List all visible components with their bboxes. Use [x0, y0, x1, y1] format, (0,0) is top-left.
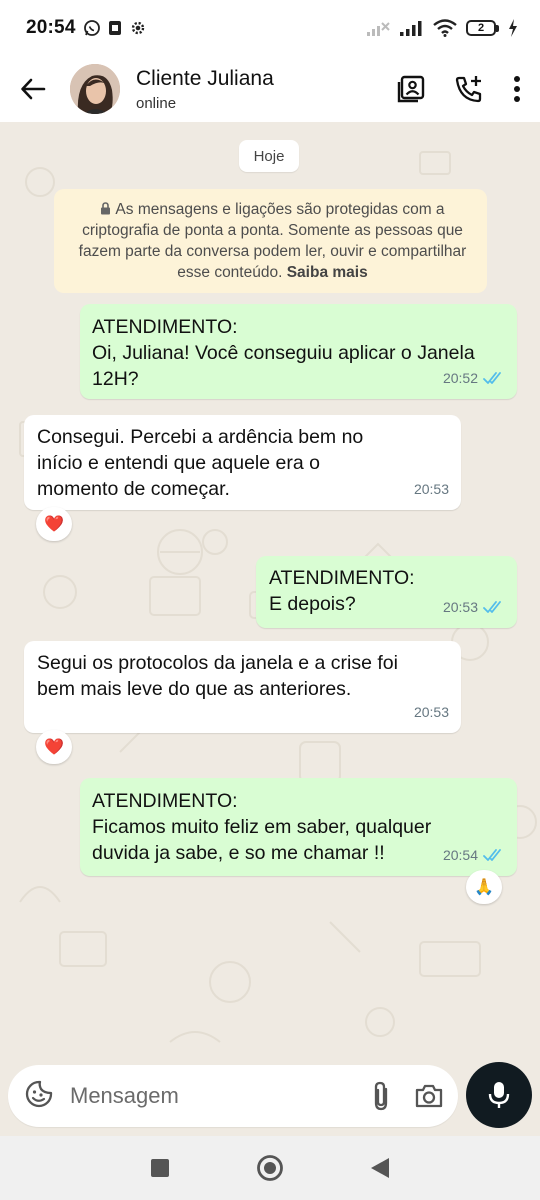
- date-divider: Hoje: [239, 140, 299, 172]
- chat-header: Cliente Juliana online: [0, 56, 540, 122]
- avatar[interactable]: [70, 64, 120, 114]
- double-check-icon: [483, 372, 501, 384]
- chat-area[interactable]: Hoje As mensagens e ligações são protegi…: [0, 122, 540, 1060]
- status-bar: 20:54 2: [0, 0, 540, 56]
- contact-name: Cliente Juliana: [136, 66, 274, 90]
- message-text: Consegui. Percebi a ardência bem no iníc…: [37, 426, 364, 500]
- status-time: 20:54: [26, 17, 76, 38]
- arrow-left-icon: [21, 78, 46, 100]
- camera-icon: [415, 1084, 443, 1108]
- message-reaction[interactable]: ❤️: [36, 730, 72, 764]
- camera-button[interactable]: [414, 1083, 444, 1109]
- message-time: 20:52: [442, 370, 478, 386]
- home-button[interactable]: [256, 1154, 284, 1182]
- message-bubble-incoming[interactable]: Consegui. Percebi a ardência bem no iníc…: [24, 415, 461, 510]
- message-text: Segui os protocolos da janela e a crise …: [37, 652, 398, 700]
- signal-icon: [400, 20, 424, 36]
- emoji-button[interactable]: [24, 1079, 54, 1114]
- voice-message-button[interactable]: [466, 1062, 532, 1128]
- circle-icon: [257, 1155, 283, 1181]
- back-nav-button[interactable]: [370, 1157, 390, 1179]
- microphone-icon: [488, 1082, 510, 1108]
- message-time: 20:53: [413, 481, 449, 497]
- sticker-icon: [25, 1080, 53, 1107]
- contact-status: online: [136, 94, 177, 112]
- message-placeholder: Mensagem: [70, 1083, 179, 1108]
- lock-icon: [101, 202, 111, 215]
- square-icon: [151, 1159, 169, 1177]
- message-reaction[interactable]: ❤️: [36, 507, 72, 541]
- learn-more-link[interactable]: Saiba mais: [287, 264, 368, 281]
- add-call-button[interactable]: [454, 74, 484, 104]
- message-reaction[interactable]: 🙏: [466, 870, 502, 904]
- signal-off-icon: [367, 20, 391, 36]
- whatsapp-notification-icon: [83, 19, 101, 37]
- more-vert-icon: [514, 76, 520, 102]
- system-nav-bar: [0, 1136, 540, 1200]
- message-input[interactable]: Mensagem: [8, 1065, 458, 1127]
- double-check-icon: [483, 601, 501, 613]
- message-composer: Mensagem: [0, 1060, 540, 1136]
- recents-button[interactable]: [150, 1158, 170, 1178]
- menu-button[interactable]: [512, 75, 522, 103]
- message-bubble-outgoing[interactable]: ATENDIMENTO: Oi, Juliana! Você conseguiu…: [80, 304, 517, 399]
- message-bubble-outgoing[interactable]: ATENDIMENTO: Ficamos muito feliz em sabe…: [80, 778, 517, 876]
- message-time: 20:53: [413, 704, 449, 720]
- message-time: 20:54: [442, 847, 478, 863]
- phone-plus-icon: [455, 76, 482, 103]
- contact-info[interactable]: Cliente Juliana online: [136, 67, 274, 112]
- paperclip-icon: [374, 1081, 388, 1111]
- contact-card-icon: [397, 75, 425, 103]
- battery-icon: 2: [466, 20, 499, 36]
- triangle-back-icon: [371, 1158, 389, 1178]
- wifi-icon: [433, 19, 457, 37]
- sim-notification-icon: [108, 20, 122, 36]
- contact-card-button[interactable]: [396, 74, 426, 104]
- attach-button[interactable]: [372, 1081, 392, 1111]
- settings-notification-icon: [129, 19, 147, 37]
- message-bubble-outgoing[interactable]: ATENDIMENTO: E depois? 20:53: [256, 556, 517, 628]
- message-time: 20:53: [442, 599, 478, 615]
- back-button[interactable]: [0, 56, 66, 122]
- double-check-icon: [483, 849, 501, 861]
- encryption-notice-text: As mensagens e ligações são protegidas c…: [78, 201, 467, 281]
- charging-icon: [508, 19, 518, 37]
- message-text: ATENDIMENTO: Ficamos muito feliz em sabe…: [92, 790, 432, 864]
- message-bubble-incoming[interactable]: Segui os protocolos da janela e a crise …: [24, 641, 461, 733]
- encryption-notice[interactable]: As mensagens e ligações são protegidas c…: [54, 189, 487, 293]
- battery-level: 2: [466, 20, 496, 36]
